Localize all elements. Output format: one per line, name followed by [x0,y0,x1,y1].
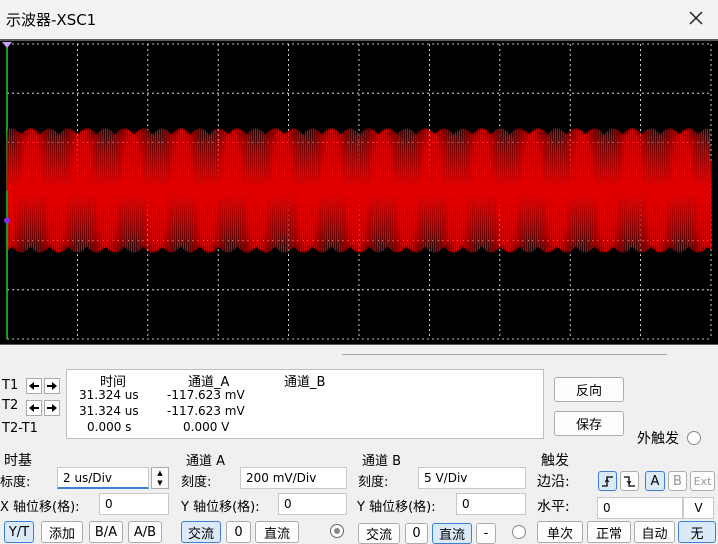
trigger-level-label: 水平: [537,499,570,515]
spin-down-icon[interactable]: ▼ [152,478,168,488]
channel-b-ac-button[interactable]: 交流 [358,523,400,544]
horizontal-scrollbar[interactable] [342,354,667,355]
trigger-source-a-button[interactable]: A [645,471,665,491]
channel-a-title: 通道 A [186,454,226,469]
cursor-readout: 时间 通道_A 通道_B 31.324 us -117.623 mV 31.32… [66,369,544,439]
channel-b-title: 通道 B [362,454,402,469]
trigger-level-unit[interactable]: V [683,497,714,519]
channel-b-zero-button[interactable]: 0 [405,523,428,544]
reverse-button[interactable]: 反向 [554,377,624,402]
header-channel-b: 通道_B [284,375,326,390]
ext-trigger-terminal[interactable] [687,431,701,445]
channel-a-zero-button[interactable]: 0 [226,521,251,543]
channel-b-dc-button[interactable]: 直流 [432,523,472,544]
delta-time: 0.000 s [87,420,132,434]
channel-b-minus-button[interactable]: - [476,523,496,544]
t1-time: 31.324 us [79,388,139,402]
channel-b-ypos-label: Y 轴位移(格): [357,500,436,515]
trigger-edge-label: 边沿: [537,474,570,490]
mode-add-button[interactable]: 添加 [41,521,83,543]
channel-b-scale-label: 刻度: [358,475,389,490]
timebase-scale-field[interactable]: 2 us/Div [57,467,149,489]
channel-a-ypos-field[interactable]: 0 [278,493,347,515]
trigger-title: 触发 [541,453,569,469]
channel-b-ypos-field[interactable]: 0 [456,493,526,515]
trigger-source-ext-button[interactable]: Ext [690,471,715,491]
channel-a-scale-label: 刻度: [181,475,212,490]
ext-trigger-label: 外触发 [637,431,679,447]
save-button[interactable]: 保存 [554,411,624,436]
channel-a-ac-button[interactable]: 交流 [181,521,221,543]
oscilloscope-screen [0,39,718,345]
t2-channel-a: -117.623 mV [167,404,245,418]
mode-b-over-a-button[interactable]: B/A [89,521,123,543]
trigger-level-field[interactable]: 0 [597,497,683,519]
channel-a-waveform [6,128,712,253]
t1-right-arrow-icon[interactable] [44,378,60,394]
t2-right-arrow-icon[interactable] [44,400,60,416]
t2-label: T2 [2,398,19,413]
channel-a-ypos-label: Y 轴位移(格): [181,500,260,515]
cursor-marker-icon[interactable] [2,42,12,48]
trigger-normal-button[interactable]: 正常 [587,521,631,543]
delta-channel-a: 0.000 V [183,420,230,434]
timebase-scale-spinner[interactable]: ▲ ▼ [151,467,169,489]
t2-t1-label: T2-T1 [2,421,38,436]
timebase-scale-label: 标度: [0,475,31,490]
t1-channel-a: -117.623 mV [167,388,245,402]
trigger-none-button[interactable]: 无 [678,521,716,543]
x-position-label: X 轴位移(格): [0,500,80,515]
scope-display [2,42,712,340]
x-position-field[interactable]: 0 [99,493,169,515]
t1-left-arrow-icon[interactable] [26,378,42,394]
timebase-title: 时基 [4,453,32,469]
close-icon[interactable] [684,6,708,30]
channel-a-scale-field[interactable]: 200 mV/Div [240,467,347,489]
trigger-auto-button[interactable]: 自动 [634,521,675,543]
mode-a-over-b-button[interactable]: A/B [128,521,162,543]
mode-yt-button[interactable]: Y/T [4,521,34,543]
ground-marker-icon[interactable] [4,217,10,224]
channel-a-terminal[interactable] [330,524,344,538]
t1-label: T1 [2,378,19,393]
t2-left-arrow-icon[interactable] [26,400,42,416]
channel-b-scale-field[interactable]: 5 V/Div [418,467,526,489]
falling-edge-icon[interactable] [620,471,639,491]
trigger-source-b-button[interactable]: B [668,471,687,491]
t2-time: 31.324 us [79,404,139,418]
channel-a-dc-button[interactable]: 直流 [255,521,299,543]
trigger-single-button[interactable]: 单次 [537,521,583,543]
spin-up-icon[interactable]: ▲ [152,468,168,478]
rising-edge-icon[interactable] [598,471,617,491]
title-bar [0,0,718,38]
window-title: 示波器-XSC1 [6,11,97,29]
channel-b-terminal[interactable] [512,525,526,539]
